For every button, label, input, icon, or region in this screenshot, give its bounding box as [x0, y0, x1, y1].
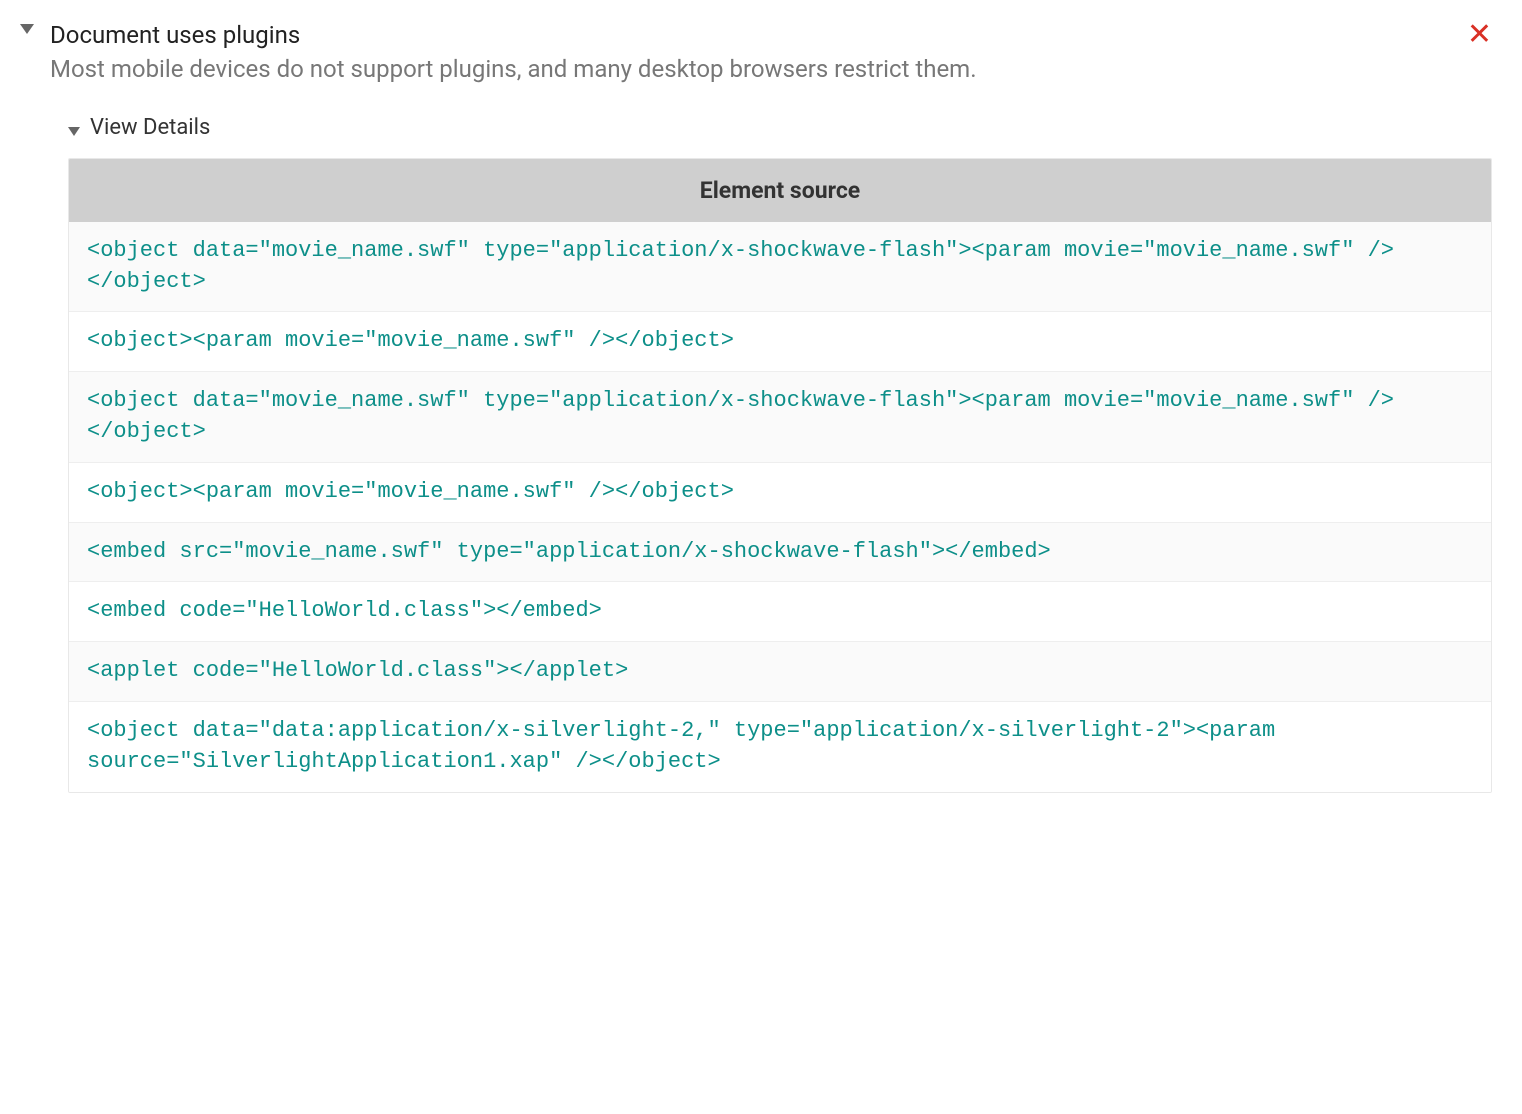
table-body: <object data="movie_name.swf" type="appl… — [69, 222, 1491, 792]
table-row: <object><param movie="movie_name.swf" />… — [69, 311, 1491, 371]
table-row: <object data="movie_name.swf" type="appl… — [69, 222, 1491, 312]
audit-description: Most mobile devices do not support plugi… — [50, 53, 977, 87]
audit-title: Document uses plugins — [50, 20, 977, 51]
fail-icon: ✕ — [1467, 20, 1492, 50]
table-row: <object data="movie_name.swf" type="appl… — [69, 371, 1491, 462]
details-table: Element source <object data="movie_name.… — [68, 158, 1492, 793]
table-row: <embed code="HelloWorld.class"></embed> — [69, 581, 1491, 641]
chevron-down-icon[interactable] — [20, 24, 34, 34]
chevron-down-icon — [68, 127, 80, 136]
table-row: <applet code="HelloWorld.class"></applet… — [69, 641, 1491, 701]
table-header: Element source — [69, 159, 1491, 222]
audit-header[interactable]: Document uses plugins Most mobile device… — [50, 20, 1492, 87]
table-row: <object><param movie="movie_name.swf" />… — [69, 462, 1491, 522]
details-toggle[interactable]: View Details — [68, 115, 1492, 140]
audit-item: ✕ Document uses plugins Most mobile devi… — [20, 20, 1492, 793]
table-row: <object data="data:application/x-silverl… — [69, 701, 1491, 792]
details-section: View Details Element source <object data… — [68, 115, 1492, 793]
details-label: View Details — [90, 115, 210, 140]
table-row: <embed src="movie_name.swf" type="applic… — [69, 522, 1491, 582]
